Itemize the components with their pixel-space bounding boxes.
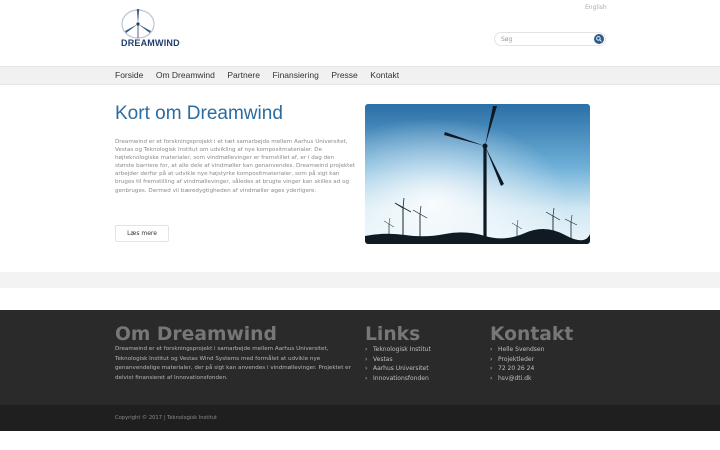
nav-item-forside[interactable]: Forside [115, 69, 143, 82]
contact-email[interactable]: › hsv@dti.dk [490, 374, 544, 384]
search-icon [596, 36, 602, 42]
search-button[interactable] [594, 34, 604, 44]
logo-text: DREAMWIND [121, 38, 180, 48]
chevron-right-icon: › [365, 375, 368, 383]
nav-item-partnere[interactable]: Partnere [227, 69, 260, 82]
footer-about-title: Om Dreamwind [115, 324, 277, 345]
chevron-right-icon: › [365, 365, 368, 373]
chevron-right-icon: › [490, 375, 493, 383]
intro-text: Dreamwind er et forskningsprojekt i et t… [115, 139, 356, 194]
contact-role: › Projektleder [490, 355, 535, 363]
copyright-text: Copyright © 2017 | Teknologisk Institut [115, 415, 218, 421]
footer-link-teknologisk-institut[interactable]: › Teknologisk Institut [365, 345, 431, 355]
hero-image-wind-turbines [365, 104, 590, 244]
language-link-english[interactable]: English [585, 4, 607, 11]
nav-item-presse[interactable]: Presse [331, 69, 357, 82]
footer-link-vestas[interactable]: › Vestas [365, 355, 431, 365]
footer-link-aarhus-universitet[interactable]: › Aarhus Universitet [365, 364, 431, 374]
page-title: Kort om Dreamwind [115, 103, 283, 124]
page: DREAMWIND English Forside Om Dreamwind P… [0, 0, 720, 450]
footer-bottom-bar [0, 405, 720, 431]
search-box [494, 32, 606, 46]
header: DREAMWIND English [0, 0, 720, 66]
nav-item-om-dreamwind[interactable]: Om Dreamwind [156, 69, 215, 82]
chevron-right-icon: › [365, 346, 368, 353]
chevron-right-icon: › [490, 346, 493, 353]
page-end [0, 431, 720, 450]
nav-item-finansiering[interactable]: Finansiering [273, 69, 319, 82]
contact-name: › Helle Svendsen [490, 346, 545, 353]
wind-turbine-logo-icon [121, 9, 155, 39]
chevron-right-icon: › [365, 355, 368, 363]
chevron-right-icon: › [490, 355, 493, 363]
nav-item-kontakt[interactable]: Kontakt [370, 69, 399, 82]
footer-contact-list: › Helle Svendsen › Projektleder › 72 20 26 … [490, 345, 544, 384]
chevron-right-icon: › [490, 365, 493, 373]
footer-link-innovationsfonden[interactable]: › Innovationsfonden [365, 374, 431, 384]
footer-contact-title: Kontakt [490, 324, 574, 345]
main-nav: Forside Om Dreamwind Partnere Finansieri… [0, 66, 720, 85]
footer-links-list: › Teknologisk Institut › Vestas › Aarhus Un… [365, 345, 431, 384]
footer [0, 310, 720, 405]
read-more-button[interactable]: Læs mere [115, 225, 169, 242]
contact-phone[interactable]: › 72 20 26 24 [490, 364, 544, 374]
search-input[interactable] [501, 34, 593, 44]
divider-band [0, 272, 720, 288]
footer-about-text: Dreamwind er et forskningsprojekt i sama… [115, 346, 351, 381]
footer-links-title: Links [365, 324, 421, 345]
